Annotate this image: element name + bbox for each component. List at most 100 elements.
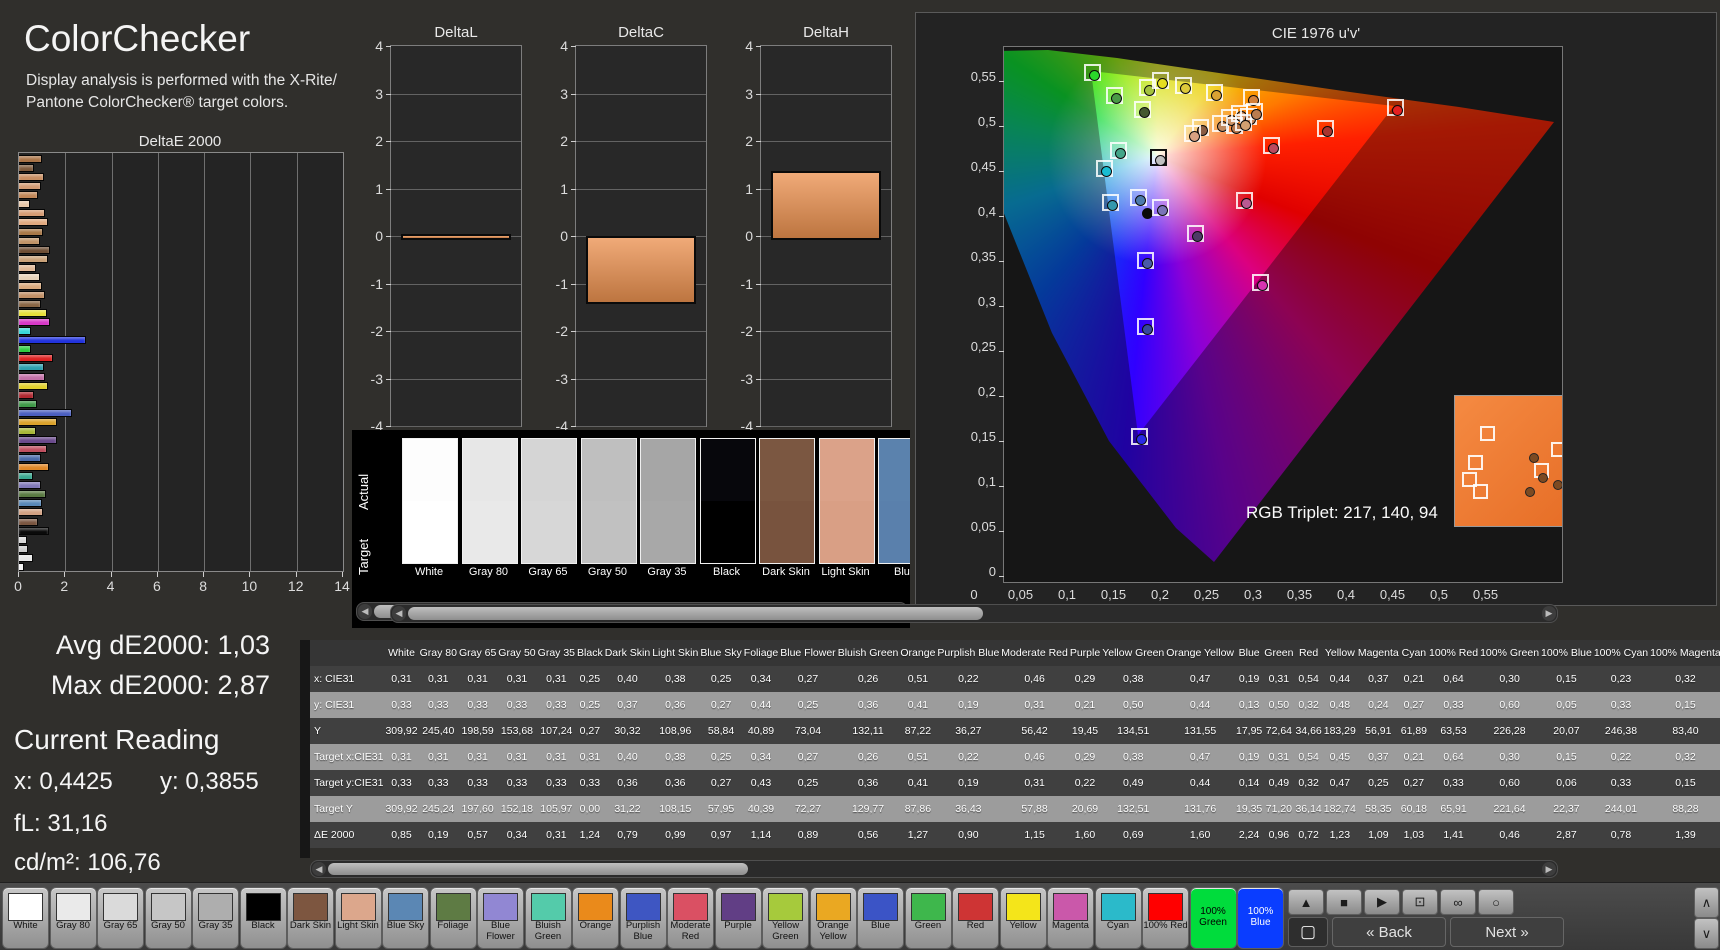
patch-button-yellow[interactable]: Yellow: [999, 887, 1047, 949]
table-cell: 245,24: [418, 796, 458, 822]
table-cell: 0,37: [1356, 744, 1400, 770]
table-cell: 0,69: [1101, 822, 1166, 848]
axis-tick: [386, 236, 391, 237]
axis-tick: [756, 141, 761, 142]
patch-button-foliage[interactable]: Foliage: [429, 887, 477, 949]
patch-button-gray-80[interactable]: Gray 80: [49, 887, 97, 949]
scroll-left-icon[interactable]: ◀: [392, 606, 406, 621]
pattern-window-button[interactable]: ⊡: [1402, 889, 1438, 915]
eject-button[interactable]: ▲: [1288, 889, 1324, 915]
patch-button-moderate-red[interactable]: Moderate Red: [667, 887, 714, 949]
patch-button-yellow-green[interactable]: Yellow Green: [762, 887, 809, 949]
table-cell: 0,24: [1356, 692, 1400, 718]
patch-button-gray-65[interactable]: Gray 65: [97, 887, 144, 949]
axis-tick: [386, 426, 391, 427]
indicator-button[interactable]: ○: [1478, 889, 1514, 915]
stop-button[interactable]: ■: [1326, 889, 1362, 915]
scroll-left-icon[interactable]: ◀: [358, 604, 372, 619]
toolbar-scroll-down-icon[interactable]: ∨: [1694, 918, 1719, 949]
scroll-left-icon[interactable]: ◀: [312, 862, 326, 876]
patch-button-swatch: [340, 893, 376, 921]
patch-button-black[interactable]: Black: [239, 887, 287, 949]
table-cell: 0,33: [1592, 692, 1650, 718]
patch-button-orange-yellow[interactable]: Orange Yellow: [809, 887, 857, 949]
patch-button-light-skin[interactable]: Light Skin: [334, 887, 382, 949]
deltae-bar: [19, 399, 37, 408]
patch-button-purple[interactable]: Purple: [714, 887, 762, 949]
table-cell: 1,39: [1649, 822, 1720, 848]
patch-button-100-green[interactable]: 100% Green: [1189, 887, 1237, 949]
table-horizontal-scrollbar[interactable]: ◀ ▶: [390, 604, 1558, 623]
column-header: Gray 35: [536, 640, 577, 666]
axis-tick-label: 0,4: [977, 204, 996, 219]
patch-button-dark-skin[interactable]: Dark Skin: [287, 887, 334, 949]
table-cell: 58,35: [1356, 796, 1400, 822]
patch-actual: [700, 439, 755, 501]
axis-tick-label: 1: [375, 180, 383, 197]
patch-button-orange[interactable]: Orange: [572, 887, 619, 949]
continuous-button[interactable]: ∞: [1440, 889, 1476, 915]
patch-button-gray-35[interactable]: Gray 35: [192, 887, 239, 949]
axis-tick: [342, 572, 343, 577]
patch-button-100-red[interactable]: 100% Red: [1142, 887, 1189, 949]
column-header: 100% Blue: [1540, 640, 1593, 666]
table-cell: 0,15: [1649, 770, 1720, 796]
table-cell: 0,22: [1592, 744, 1650, 770]
patch-button-blue[interactable]: Blue: [857, 887, 904, 949]
table-bottom-scrollbar[interactable]: ◀ ▶: [310, 860, 1558, 878]
gridline: [576, 188, 706, 190]
deltae-bar: [19, 300, 42, 308]
toolbar-scroll-up-icon[interactable]: ∧: [1694, 887, 1719, 918]
pattern-window-button-large[interactable]: ▢: [1288, 917, 1328, 947]
axis-tick: [756, 331, 761, 332]
table-cell: 0,33: [384, 692, 419, 718]
patch-button-blue-sky[interactable]: Blue Sky: [382, 887, 429, 949]
table-cell: 0,90: [936, 822, 1001, 848]
axis-tick: [756, 236, 761, 237]
axis-tick: [756, 188, 761, 190]
axis-tick-label: 4: [106, 578, 115, 594]
axis-tick-label: -2: [740, 323, 753, 339]
table-cell: 0,79: [603, 822, 652, 848]
deltae-bar: [19, 417, 58, 426]
measured-dot-red: [1321, 126, 1333, 137]
column-header: 100% Cyan: [1592, 640, 1650, 666]
back-button[interactable]: « Back: [1332, 917, 1446, 947]
play-button[interactable]: ▶: [1364, 889, 1400, 915]
table-cell: 0,50: [1101, 692, 1166, 718]
axis-tick-label: 2: [745, 133, 753, 149]
patch-button-bluish-green[interactable]: Bluish Green: [524, 887, 572, 949]
column-header: Orange Yellow: [1165, 640, 1235, 666]
patch-button-red[interactable]: Red: [952, 887, 999, 949]
max-de2000-readout: Max dE2000: 2,87: [50, 670, 270, 700]
scrollbar-thumb[interactable]: [408, 607, 983, 620]
scroll-right-icon[interactable]: ▶: [1542, 862, 1556, 876]
axis-tick-label: 1: [560, 180, 568, 197]
table-cell: 132,11: [836, 718, 900, 744]
axis-tick-label: -3: [555, 370, 568, 387]
table-row: Y 309,92 245,40 198,59 153,68 107,24 0,27 30,32…: [310, 718, 1720, 744]
table-cell: 19,45: [1068, 718, 1102, 744]
patch-button-cyan[interactable]: Cyan: [1094, 887, 1142, 949]
patch-button-blue-flower[interactable]: Blue Flower: [477, 887, 524, 949]
next-button[interactable]: Next »: [1450, 917, 1564, 947]
patch-button-gray-50[interactable]: Gray 50: [144, 887, 192, 949]
scrollbar-thumb[interactable]: [328, 863, 748, 875]
patch-button-100-blue[interactable]: 100% Blue: [1237, 887, 1284, 949]
scroll-right-icon[interactable]: ▶: [1542, 606, 1556, 621]
patch-button-white[interactable]: White: [2, 887, 49, 949]
patch-actual: [760, 439, 814, 501]
table-cell: 0,05: [1540, 692, 1593, 718]
table-cell: 0,23: [1592, 666, 1650, 692]
deltae-bar: [19, 517, 39, 526]
patch-button-green[interactable]: Green: [904, 887, 952, 949]
patch-button-label: Red: [966, 920, 985, 931]
patch-button-magenta[interactable]: Magenta: [1047, 887, 1094, 949]
axis-tick-label: -3: [370, 370, 383, 387]
delta-chart-title: DeltaC: [618, 24, 664, 41]
patch-label: White: [414, 566, 444, 578]
patch-button-purplish-blue[interactable]: Purplish Blue: [619, 887, 667, 949]
inset-target-square: [1473, 483, 1489, 499]
axis-tick-label: 3: [375, 85, 383, 102]
patch-button-label: Orange Yellow: [817, 920, 849, 942]
